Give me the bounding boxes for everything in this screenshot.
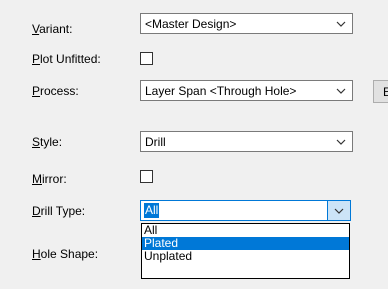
edit-button[interactable]: E — [373, 80, 388, 103]
process-label: Process: — [32, 84, 79, 98]
plot-unfitted-label: Plot Unfitted: — [32, 52, 101, 66]
variant-value: <Master Design> — [145, 17, 237, 31]
chevron-down-icon — [336, 88, 346, 94]
style-value: Drill — [145, 135, 166, 149]
style-label: Style: — [32, 135, 63, 149]
mirror-label: Mirror: — [32, 172, 67, 186]
drill-type-dropdown-list: All Plated Unplated — [141, 223, 350, 279]
drill-type-value: All — [144, 203, 160, 218]
drill-type-dropdown-button[interactable] — [327, 201, 350, 220]
process-combobox[interactable]: Layer Span <Through Hole> — [140, 80, 353, 101]
process-value: Layer Span <Through Hole> — [145, 84, 297, 98]
chevron-down-icon — [336, 139, 346, 145]
variant-combobox[interactable]: <Master Design> — [140, 13, 353, 34]
dropdown-option-unplated[interactable]: Unplated — [142, 250, 349, 263]
plot-unfitted-checkbox[interactable] — [140, 52, 153, 65]
hole-shape-label: Hole Shape: — [32, 247, 99, 261]
style-combobox[interactable]: Drill — [140, 131, 353, 152]
drill-type-combobox[interactable]: All — [140, 200, 351, 221]
variant-label: Variant: — [32, 22, 73, 36]
mirror-checkbox[interactable] — [140, 170, 153, 183]
drill-type-label: Drill Type: — [32, 204, 86, 218]
chevron-down-icon — [334, 208, 344, 214]
chevron-down-icon — [336, 21, 346, 27]
